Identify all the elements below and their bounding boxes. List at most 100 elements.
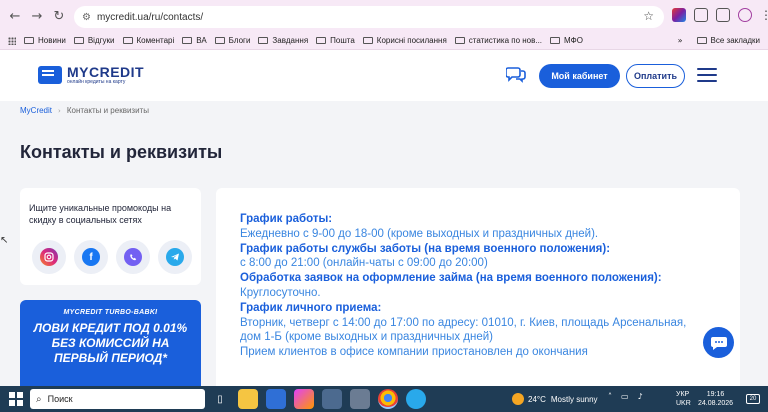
pay-button[interactable]: Оплатить <box>626 64 685 88</box>
address-url: mycredit.ua/ru/contacts/ <box>96 11 204 23</box>
forward-icon[interactable]: → <box>26 5 48 27</box>
bookmark-item[interactable]: МФО <box>550 36 583 45</box>
app-icon[interactable] <box>266 389 286 409</box>
bookmark-item[interactable]: Блоги <box>214 36 250 45</box>
folder-icon <box>696 37 707 44</box>
address-bar[interactable]: ⚙ mycredit.ua/ru/contacts/ ☆ <box>74 6 664 28</box>
folder-icon <box>214 37 225 44</box>
system-tray: ˄ ▭ ♪ <box>608 392 643 401</box>
apps-icon[interactable] <box>8 36 16 45</box>
banner-headline: ЛОВИ КРЕДИТ ПОД 0.01% БЕЗ КОМИССИЙ НА ПЕ… <box>33 321 188 365</box>
promo-card: Ищите уникальные промокоды на скидку в с… <box>20 188 201 285</box>
extensions: ⋮ <box>672 8 768 22</box>
applications-heading: Обработка заявок на оформление займа (на… <box>240 272 662 285</box>
telegram-link[interactable] <box>158 240 192 274</box>
support-schedule-heading: График работы службы заботы (на время во… <box>240 242 611 255</box>
logo-name: MYCREDIT <box>67 64 145 80</box>
app-icon[interactable] <box>294 389 314 409</box>
folder-icon <box>182 37 193 44</box>
app-icon[interactable] <box>350 389 370 409</box>
support-schedule-text: с 8:00 до 21:00 (онлайн-чаты с 09:00 до … <box>240 257 488 270</box>
extension-icon[interactable] <box>672 8 686 22</box>
chat-widget-button[interactable] <box>703 327 734 358</box>
bookmarks-bar: Новини Відгуки Коментарі ВА Блоги Завдан… <box>0 32 768 50</box>
folder-icon <box>24 37 34 44</box>
promo-text: Ищите уникальные промокоды на скидку в с… <box>29 203 172 225</box>
folder-icon <box>362 37 373 44</box>
windows-start-icon[interactable] <box>9 392 23 406</box>
bookmark-item[interactable]: статистика по нов... <box>454 36 542 45</box>
site-logo[interactable]: MYCREDIT онлайн кредиты на карту <box>38 65 144 85</box>
bookmark-item[interactable]: Пошта <box>316 36 355 45</box>
contacts-content: График работы: Ежедневно с 9-00 до 18-00… <box>240 212 710 360</box>
bookmark-star-icon[interactable]: ☆ <box>643 9 654 23</box>
applications-text: Круглосуточно. <box>240 286 321 299</box>
folder-icon <box>454 37 465 44</box>
language-bottom: UKR <box>676 400 691 407</box>
file-explorer-icon[interactable] <box>238 389 258 409</box>
bookmark-item[interactable]: Завдання <box>258 36 308 45</box>
bookmark-item[interactable]: Коментарі <box>122 36 174 45</box>
reload-icon[interactable]: ↻ <box>48 5 70 27</box>
facebook-link[interactable]: f <box>74 240 108 274</box>
viber-icon <box>124 248 142 266</box>
reception-text: Вторник, четверг с 14:00 до 17:00 по адр… <box>240 316 687 344</box>
search-icon: ⌕ <box>36 393 42 405</box>
all-bookmarks[interactable]: » Все закладки <box>678 36 760 45</box>
volume-icon[interactable]: ♪ <box>638 392 643 401</box>
browser-toolbar: ← → ↻ ⚙ mycredit.ua/ru/contacts/ ☆ ⋮ <box>0 0 768 32</box>
schedule-heading: График работы: <box>240 213 333 225</box>
breadcrumb-current: Контакты и реквизиты <box>66 106 149 115</box>
menu-icon[interactable]: ⋮ <box>760 8 768 22</box>
breadcrumb: MyCredit › Контакты и реквизиты <box>20 106 149 115</box>
viber-link[interactable] <box>116 240 150 274</box>
site-settings-icon[interactable]: ⚙ <box>82 12 91 23</box>
weather-widget[interactable]: 24°C Mostly sunny <box>512 393 598 405</box>
search-placeholder: Поиск <box>47 394 73 404</box>
telegram-icon <box>166 248 184 266</box>
tray-overflow-icon[interactable]: ˄ <box>608 392 612 401</box>
bookmark-item[interactable]: Корисні посилання <box>362 36 447 45</box>
chat-bubble-icon <box>710 336 727 350</box>
chat-icon[interactable] <box>506 65 526 83</box>
contacts-card: График работы: Ежедневно с 9-00 до 18-00… <box>216 188 740 386</box>
chevron-right-icon: › <box>58 106 61 115</box>
cabinet-button[interactable]: Мой кабинет <box>539 64 620 88</box>
folder-icon <box>122 37 133 44</box>
menu-burger-icon[interactable] <box>697 68 717 82</box>
instagram-link[interactable] <box>32 240 66 274</box>
weather-text: Mostly sunny <box>550 394 598 404</box>
wallet-icon <box>38 66 62 84</box>
mouse-cursor-icon: ↖ <box>0 235 9 246</box>
web-page: MYCREDIT онлайн кредиты на карту Мой каб… <box>0 50 768 386</box>
app-icon[interactable] <box>322 389 342 409</box>
office-notice-text: Прием клиентов в офисе компании приостан… <box>240 346 588 359</box>
facebook-icon: f <box>82 248 100 266</box>
breadcrumb-home[interactable]: MyCredit <box>20 106 52 115</box>
folder-icon <box>550 37 561 44</box>
social-links: f <box>32 240 192 274</box>
profile-icon[interactable] <box>738 8 752 22</box>
telegram-app-icon[interactable] <box>406 389 426 409</box>
bookmark-item[interactable]: Новини <box>24 36 66 45</box>
notifications-badge[interactable]: 20 <box>746 394 760 404</box>
taskbar: ⌕ Поиск ▯ 24°C Mostly sunny ˄ ▭ ♪ УКР UK… <box>0 386 768 412</box>
bookmark-item[interactable]: ВА <box>182 36 207 45</box>
taskbar-search[interactable]: ⌕ Поиск <box>30 389 205 409</box>
overflow-chevron-icon[interactable]: » <box>678 36 683 45</box>
page-title: Контакты и реквизиты <box>20 142 223 162</box>
promo-banner[interactable]: MYCREDIT TURBO-BABKI ЛОВИ КРЕДИТ ПОД 0.0… <box>20 300 201 386</box>
banner-subtitle: MYCREDIT TURBO-BABKI <box>63 309 158 316</box>
network-icon[interactable]: ▭ <box>621 392 629 401</box>
sun-icon <box>512 393 524 405</box>
temperature: 24°C <box>528 394 546 404</box>
bookmark-item[interactable]: Відгуки <box>73 36 115 45</box>
chrome-icon[interactable] <box>378 389 398 409</box>
task-view-icon[interactable]: ▯ <box>210 389 230 409</box>
clock[interactable]: 19:16 24.08.2026 <box>698 390 733 408</box>
sidepanel-icon[interactable] <box>716 8 730 22</box>
back-icon[interactable]: ← <box>4 5 26 27</box>
input-language[interactable]: УКР UKR <box>676 390 691 408</box>
language-top: УКР <box>676 391 690 398</box>
puzzle-icon[interactable] <box>694 8 708 22</box>
